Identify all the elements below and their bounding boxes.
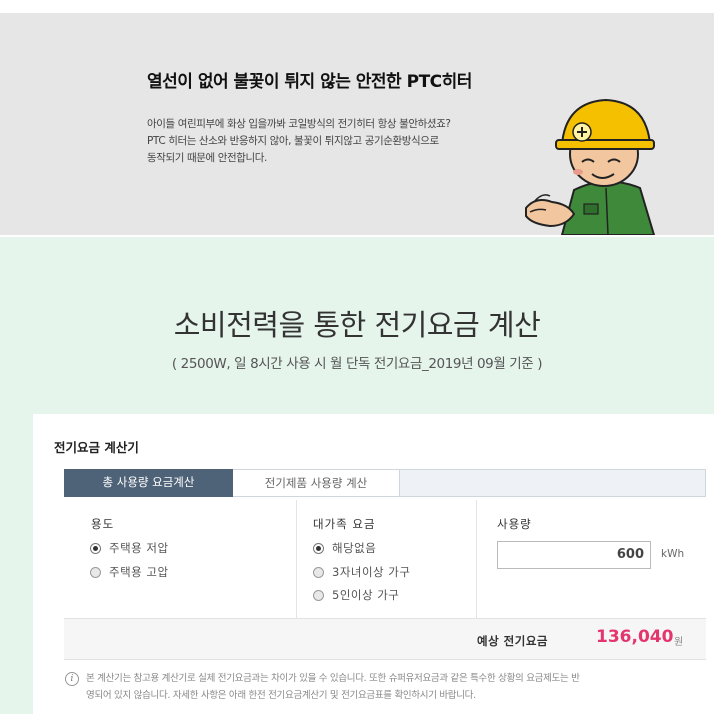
consumption-heading: 사용량 [497, 517, 532, 531]
banner-description: 아이들 여린피부에 화상 입을까봐 코일방식의 전기히터 항상 불안하셨죠? P… [147, 116, 547, 167]
currency-unit: 원 [674, 637, 684, 648]
banner-title: 열선이 없어 불꽃이 튀지 않는 안전한 PTC히터 [147, 72, 472, 92]
usage-type-heading: 용도 [91, 517, 115, 531]
large-family-heading: 대가족 요금 [313, 517, 376, 531]
radio-checked-icon [313, 542, 324, 554]
banner-desc-line: 동작되기 때문에 안전합니다. [147, 152, 267, 164]
estimated-fee-label: 예상 전기요금 [477, 634, 548, 648]
section-subtitle: ( 2500W, 일 8시간 사용 시 월 단독 전기요금_2019년 09월 … [171, 356, 543, 372]
radio-unchecked-icon [90, 566, 101, 578]
column-divider [296, 500, 297, 618]
radio-three-children[interactable]: 3자녀이상 가구 [313, 564, 410, 580]
notice-line: 영되어 있지 않습니다. 자세한 사항은 아래 한전 전기요금계산기 및 전기요… [86, 690, 476, 701]
radio-unchecked-icon [313, 589, 324, 601]
info-icon: i [65, 672, 79, 686]
estimated-fee-value: 136,040 [596, 627, 674, 647]
radio-five-members[interactable]: 5인이상 가구 [313, 587, 399, 603]
radio-label: 주택용 고압 [109, 565, 169, 579]
radio-label: 주택용 저압 [109, 541, 169, 555]
calculator-tabs: 총 사용량 요금계산 전기제품 사용량 계산 [64, 469, 706, 497]
section-title: 소비전력을 통한 전기요금 계산 [173, 308, 541, 342]
tab-appliance-usage[interactable]: 전기제품 사용량 계산 [233, 469, 400, 497]
radio-residential-low[interactable]: 주택용 저압 [90, 540, 169, 556]
radio-label: 해당없음 [332, 541, 377, 555]
notice-line: 본 계산기는 참고용 계산기로 실제 전기요금과는 차이가 있을 수 있습니다.… [86, 673, 580, 684]
helmet-worker-illustration [525, 98, 656, 235]
radio-residential-high[interactable]: 주택용 고압 [90, 564, 169, 580]
banner-desc-line: 아이들 여린피부에 화상 입을까봐 코일방식의 전기히터 항상 불안하셨죠? [147, 118, 451, 130]
calculator-title: 전기요금 계산기 [54, 440, 139, 455]
radio-checked-icon [90, 542, 101, 554]
banner-desc-line: PTC 히터는 산소와 반응하지 않아, 불꽃이 튀지않고 공기순환방식으로 [147, 135, 439, 147]
radio-label: 5인이상 가구 [332, 588, 400, 602]
radio-none[interactable]: 해당없음 [313, 540, 376, 556]
usage-unit: kWh [661, 548, 685, 560]
calculator-notice: 본 계산기는 참고용 계산기로 실제 전기요금과는 차이가 있을 수 있습니다.… [86, 670, 706, 704]
column-divider [476, 500, 477, 618]
radio-label: 3자녀이상 가구 [332, 565, 411, 579]
tab-total-usage[interactable]: 총 사용량 요금계산 [64, 469, 233, 497]
usage-input[interactable]: 600 [497, 541, 651, 569]
radio-unchecked-icon [313, 566, 324, 578]
